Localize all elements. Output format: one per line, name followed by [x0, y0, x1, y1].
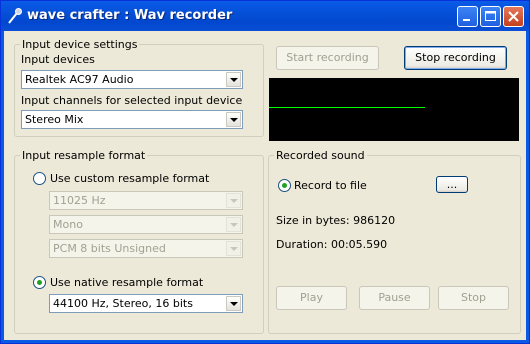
stop-recording-button[interactable]: Stop recording — [404, 46, 507, 70]
maximize-button[interactable] — [480, 6, 501, 27]
start-recording-button[interactable]: Start recording — [276, 46, 379, 70]
chevron-down-icon[interactable] — [226, 193, 241, 208]
play-button[interactable]: Play — [276, 286, 347, 310]
use-native-resample-label[interactable]: Use native resample format — [50, 276, 203, 289]
minimize-button[interactable] — [457, 6, 478, 27]
native-format-value: 44100 Hz, Stereo, 16 bits — [53, 297, 193, 310]
close-icon — [508, 11, 519, 22]
main-window: wave crafter : Wav recorder Input device… — [0, 0, 530, 344]
client-area: Input device settings Input devices Real… — [4, 31, 526, 340]
microphone-icon — [8, 8, 22, 24]
custom-sample-rate-select[interactable]: 11025 Hz — [49, 191, 243, 210]
chevron-down-icon[interactable] — [226, 296, 241, 311]
native-format-select[interactable]: 44100 Hz, Stereo, 16 bits — [49, 294, 243, 313]
input-devices-select[interactable]: Realtek AC97 Audio — [21, 70, 243, 89]
waveform-display — [269, 78, 519, 141]
size-in-bytes-text: Size in bytes: 986120 — [276, 214, 396, 227]
minimize-icon — [463, 19, 470, 21]
duration-text: Duration: 00:05.590 — [276, 238, 388, 251]
pause-button[interactable]: Pause — [359, 286, 430, 310]
use-native-resample-radio[interactable] — [33, 276, 46, 289]
title-bar[interactable]: wave crafter : Wav recorder — [1, 1, 529, 31]
custom-format-select[interactable]: PCM 8 bits Unsigned — [49, 239, 243, 258]
recorded-sound-legend: Recorded sound — [276, 149, 365, 162]
chevron-down-icon[interactable] — [226, 112, 241, 127]
browse-button[interactable]: ... — [436, 176, 468, 193]
chevron-down-icon[interactable] — [226, 72, 241, 87]
custom-channels-select[interactable]: Mono — [49, 215, 243, 234]
custom-channels-value: Mono — [53, 218, 83, 231]
waveform-line — [269, 107, 425, 108]
record-to-file-radio[interactable] — [278, 179, 291, 192]
input-resample-format-legend: Input resample format — [22, 149, 146, 162]
input-devices-value: Realtek AC97 Audio — [25, 73, 134, 86]
stop-button[interactable]: Stop — [438, 286, 509, 310]
custom-format-value: PCM 8 bits Unsigned — [53, 242, 166, 255]
input-channels-value: Stereo Mix — [25, 113, 84, 126]
close-button[interactable] — [503, 6, 524, 27]
input-devices-label: Input devices — [21, 53, 95, 66]
chevron-down-icon[interactable] — [226, 241, 241, 256]
maximize-icon — [485, 11, 496, 21]
input-channels-select[interactable]: Stereo Mix — [21, 110, 243, 129]
window-title: wave crafter : Wav recorder — [27, 8, 233, 23]
record-to-file-label[interactable]: Record to file — [294, 179, 367, 192]
use-custom-resample-label[interactable]: Use custom resample format — [50, 172, 209, 185]
chevron-down-icon[interactable] — [226, 217, 241, 232]
custom-sample-rate-value: 11025 Hz — [53, 194, 106, 207]
input-device-settings-legend: Input device settings — [22, 38, 138, 51]
input-channels-label: Input channels for selected input device — [21, 94, 243, 107]
use-custom-resample-radio[interactable] — [33, 172, 46, 185]
